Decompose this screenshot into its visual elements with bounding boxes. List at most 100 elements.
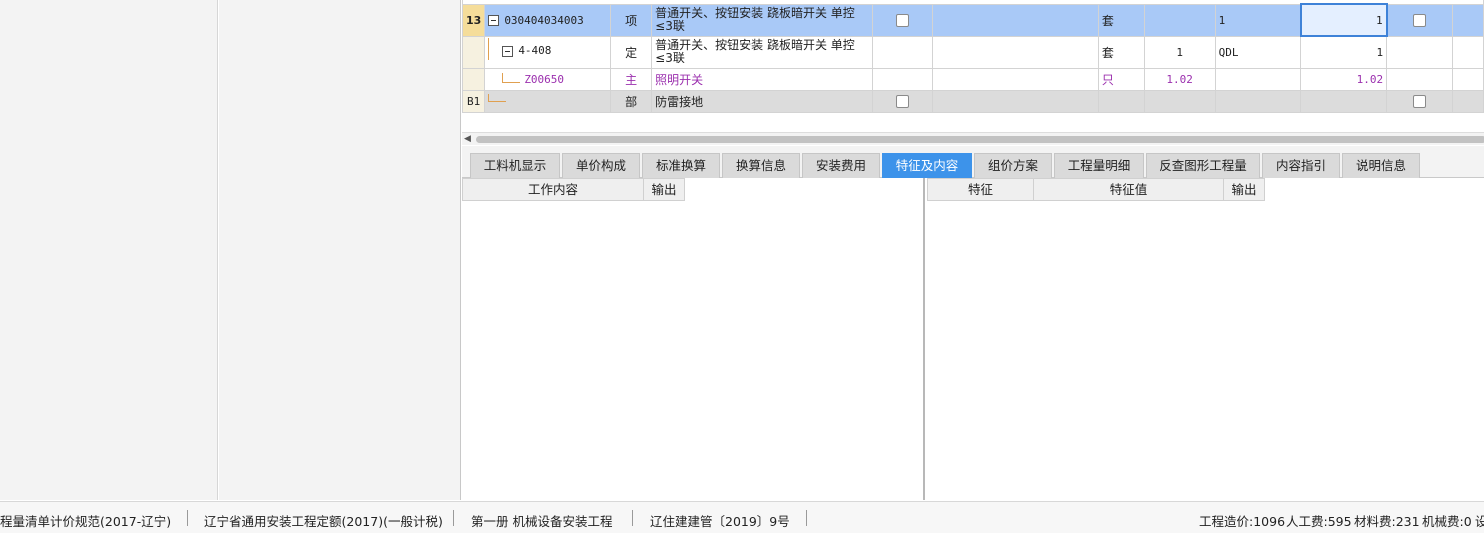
- collapse-icon[interactable]: [488, 15, 500, 26]
- output-checkbox-cell: [1386, 35, 1453, 69]
- item-name: 普通开关、按钮安装 跷板暗开关 单控≤3联: [651, 35, 873, 69]
- divider: [806, 510, 807, 526]
- item-code: 4-408: [484, 35, 612, 69]
- status-material-cost: 材料费:231: [1354, 514, 1420, 529]
- table-row[interactable]: 13 030404034003 项 普通开关、按钮安装 跷板暗开关 单控≤3联 …: [462, 3, 1484, 37]
- unit-cell: 只: [1097, 67, 1145, 91]
- status-bar: 程量清单计价规范(2017-辽宁) 辽宁省通用安装工程定额(2017)(一般计税…: [0, 501, 1484, 533]
- divider: [187, 510, 188, 526]
- item-type: 项: [610, 3, 653, 37]
- checkbox[interactable]: [895, 14, 909, 27]
- row-number: [462, 67, 486, 91]
- feature-checkbox-cell: [871, 67, 934, 91]
- item-type: 定: [610, 35, 653, 69]
- section-navigator-panel[interactable]: [219, 0, 461, 500]
- tab-unit-price[interactable]: 单价构成: [562, 153, 640, 178]
- col-output[interactable]: 输出: [1223, 178, 1265, 201]
- tab-install-fee[interactable]: 安装费用: [802, 153, 880, 178]
- quantity-cell[interactable]: 1.02: [1300, 67, 1388, 91]
- feature-checkbox-cell[interactable]: [871, 89, 934, 113]
- tab-description[interactable]: 说明信息: [1342, 153, 1420, 178]
- checkbox[interactable]: [895, 95, 909, 108]
- output-checkbox-cell: [1386, 67, 1453, 91]
- horizontal-scrollbar[interactable]: ◀: [462, 132, 1484, 145]
- tab-content-guide[interactable]: 内容指引: [1262, 153, 1340, 178]
- tab-standard-conversion[interactable]: 标准换算: [642, 153, 720, 178]
- quantity-cell[interactable]: 1: [1300, 35, 1388, 69]
- tab-reverse-graphic[interactable]: 反查图形工程量: [1146, 153, 1260, 178]
- item-code-text: 030404034003: [504, 13, 584, 27]
- table-row[interactable]: 4-408 定 普通开关、按钮安装 跷板暗开关 单控≤3联 套 1 QDL 1: [462, 35, 1484, 69]
- formula-cell: 1: [1214, 3, 1302, 37]
- item-type: 部: [610, 89, 653, 113]
- table-row[interactable]: Z00650 主 照明开关 只 1.02 1.02: [462, 67, 1484, 91]
- tab-conversion-info[interactable]: 换算信息: [722, 153, 800, 178]
- formula-cell: QDL: [1214, 35, 1302, 69]
- table-row[interactable]: B1 部 防雷接地: [462, 89, 1484, 113]
- item-name: 照明开关: [651, 67, 873, 91]
- output-checkbox-cell[interactable]: [1386, 89, 1453, 113]
- item-code-text: 4-408: [518, 44, 552, 57]
- divider: [453, 510, 454, 526]
- spec-cell: [932, 67, 1099, 91]
- item-type: 主: [610, 67, 653, 91]
- tree-connector: [488, 38, 498, 60]
- tab-features-content[interactable]: 特征及内容: [882, 153, 972, 178]
- quantity-cell[interactable]: 1: [1299, 3, 1388, 37]
- unit-cell: [1097, 89, 1145, 113]
- tab-quantity-detail[interactable]: 工程量明细: [1054, 153, 1144, 178]
- status-total-cost: 工程造价:1096: [1199, 514, 1286, 529]
- item-code: [484, 89, 612, 113]
- spec-cell: [932, 35, 1099, 69]
- tab-pricing-scheme[interactable]: 组价方案: [974, 153, 1052, 178]
- collapse-icon[interactable]: [502, 45, 514, 57]
- spec-cell: [932, 89, 1099, 113]
- col-output[interactable]: 输出: [643, 178, 685, 201]
- project-tree-panel[interactable]: [0, 0, 218, 500]
- unit-cell: 套: [1097, 35, 1145, 69]
- formula-cell: [1214, 67, 1302, 91]
- col-feature[interactable]: 特征: [927, 178, 1034, 201]
- spec-cell: [932, 3, 1099, 37]
- bill-grid-table: 13 030404034003 项 普通开关、按钮安装 跷板暗开关 单控≤3联 …: [462, 0, 1484, 113]
- item-name: 普通开关、按钮安装 跷板暗开关 单控≤3联: [651, 3, 873, 37]
- item-name: 防雷接地: [651, 89, 873, 113]
- status-quota[interactable]: 辽宁省通用安装工程定额(2017)(一般计税): [204, 511, 443, 530]
- feature-checkbox-cell[interactable]: [871, 3, 934, 37]
- status-volume[interactable]: 第一册 机械设备安装工程: [471, 511, 612, 530]
- checkbox[interactable]: [1413, 95, 1427, 108]
- status-machine-cost: 机械费:0: [1422, 514, 1472, 529]
- qty-expr-cell: [1143, 89, 1216, 113]
- status-doc[interactable]: 辽住建建管〔2019〕9号: [650, 511, 790, 530]
- quantity-cell[interactable]: [1300, 89, 1388, 113]
- status-trailing: 设: [1475, 514, 1484, 529]
- formula-cell: [1214, 89, 1302, 113]
- row-number: [462, 35, 486, 69]
- qty-expr-cell: 1: [1143, 35, 1216, 69]
- detail-tabbar: 工料机显示 单价构成 标准换算 换算信息 安装费用 特征及内容 组价方案 工程量…: [462, 146, 1484, 178]
- extra-cell: [1452, 35, 1484, 69]
- unit-cell: 套: [1097, 3, 1145, 37]
- feature-checkbox-cell: [871, 35, 934, 69]
- bill-grid[interactable]: 13 030404034003 项 普通开关、按钮安装 跷板暗开关 单控≤3联 …: [462, 0, 1484, 130]
- item-code: 030404034003: [484, 3, 612, 37]
- work-content-pane[interactable]: 工作内容 输出: [462, 178, 925, 500]
- row-number: 13: [462, 3, 486, 37]
- tab-material-machine[interactable]: 工料机显示: [470, 153, 560, 178]
- extra-cell: [1452, 89, 1484, 113]
- tree-connector: [502, 72, 521, 83]
- status-labor-cost: 人工费:595: [1286, 514, 1352, 529]
- checkbox[interactable]: [1413, 14, 1427, 27]
- extra-cell: [1452, 3, 1484, 37]
- tree-connector: [488, 94, 507, 102]
- output-checkbox-cell[interactable]: [1386, 3, 1453, 37]
- extra-cell: [1452, 67, 1484, 91]
- scroll-left-icon[interactable]: ◀: [464, 134, 471, 145]
- col-feature-value[interactable]: 特征值: [1033, 178, 1224, 201]
- qty-expr-cell: [1143, 3, 1216, 37]
- feature-pane[interactable]: 特征 特征值 输出: [927, 178, 1484, 500]
- col-work-content[interactable]: 工作内容: [462, 178, 644, 201]
- scrollbar-thumb[interactable]: [476, 136, 1484, 143]
- status-spec[interactable]: 程量清单计价规范(2017-辽宁): [0, 511, 171, 530]
- divider: [632, 510, 633, 526]
